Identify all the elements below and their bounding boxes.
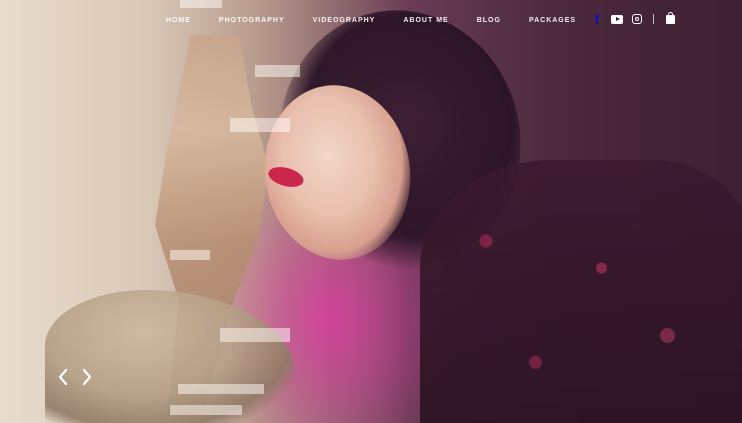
facebook-glyph: f	[595, 13, 599, 25]
glitch-bar	[180, 0, 222, 8]
divider	[653, 14, 654, 24]
facebook-icon[interactable]: f	[591, 13, 603, 25]
instagram-icon[interactable]	[631, 13, 643, 25]
shopping-bag-shape	[665, 11, 675, 24]
nav-item-videography[interactable]: VIDEOGRAPHY	[313, 17, 376, 24]
glitch-bar	[230, 118, 290, 132]
slider-arrows	[56, 368, 94, 386]
chevron-left-icon[interactable]	[56, 368, 70, 386]
youtube-logo	[611, 14, 623, 24]
floral-dress-image	[420, 160, 742, 423]
chevron-right-icon[interactable]	[80, 368, 94, 386]
glitch-bar	[178, 384, 264, 394]
glitch-bar	[255, 65, 300, 77]
nav-item-about-me[interactable]: ABOUT ME	[403, 17, 448, 24]
shopping-bag-icon[interactable]	[664, 11, 676, 25]
nav-item-photography[interactable]: PHOTOGRAPHY	[219, 17, 285, 24]
rocks-image	[45, 290, 295, 423]
glitch-bar	[170, 250, 210, 260]
glitch-bar	[170, 405, 242, 415]
social-links: f	[591, 10, 676, 28]
glitch-bar	[220, 328, 290, 342]
nav-item-home[interactable]: HOME	[166, 17, 191, 24]
hero-slider	[0, 0, 742, 423]
nav-item-packages[interactable]: PACKAGES	[529, 17, 576, 24]
instagram-logo	[632, 14, 642, 24]
youtube-icon[interactable]	[611, 13, 623, 25]
nav-item-blog[interactable]: BLOG	[477, 17, 501, 24]
